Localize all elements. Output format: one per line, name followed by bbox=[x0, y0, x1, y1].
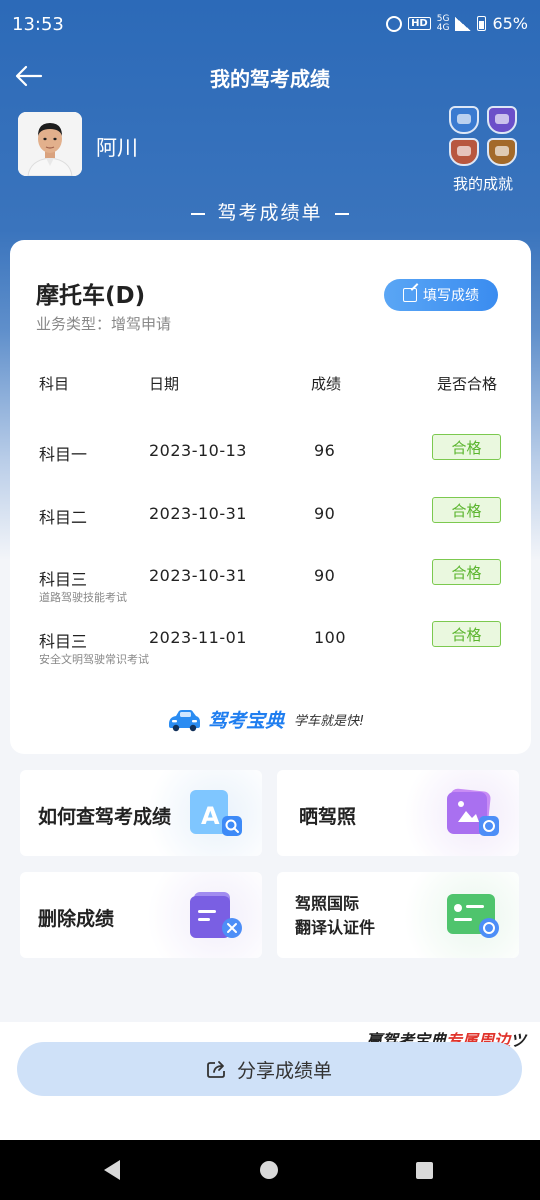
score-cell: 96 bbox=[314, 441, 336, 460]
license-card-icon bbox=[447, 894, 499, 938]
tile-label: 如何查驾考成绩 bbox=[38, 806, 172, 828]
header-subject: 科目 bbox=[39, 375, 70, 393]
badge-icon bbox=[487, 106, 517, 134]
user-name: 阿川 bbox=[96, 136, 138, 160]
status-time: 13:53 bbox=[12, 14, 64, 35]
delete-doc-icon bbox=[190, 892, 242, 938]
battery-icon bbox=[477, 16, 487, 31]
tile-label: 晒驾照 bbox=[299, 806, 357, 828]
how-to-check-score-tile[interactable]: 如何查驾考成绩 A bbox=[20, 770, 262, 856]
date-cell: 2023-11-01 bbox=[149, 628, 247, 647]
brand-footer: 驾考宝典 学车就是快! bbox=[166, 706, 364, 733]
system-navigation-bar bbox=[0, 1140, 540, 1200]
badge-icon bbox=[487, 138, 517, 166]
pass-badge: 合格 bbox=[432, 434, 501, 460]
share-button[interactable]: 分享成绩单 bbox=[17, 1042, 522, 1096]
user-photo-icon bbox=[18, 112, 82, 176]
search-score-icon: A bbox=[190, 790, 242, 836]
status-icons: HD 5G 4G 65% bbox=[386, 14, 528, 33]
signal-icon bbox=[455, 16, 472, 31]
delete-score-tile[interactable]: 删除成绩 bbox=[20, 872, 262, 958]
international-license-tile[interactable]: 驾照国际 翻译认证件 bbox=[277, 872, 519, 958]
achievements-button[interactable]: 我的成就 bbox=[446, 106, 520, 198]
date-cell: 2023-10-13 bbox=[149, 441, 247, 460]
score-card: 摩托车(D) 业务类型：增驾申请 填写成绩 科目 日期 成绩 是否合格 科目一 … bbox=[10, 240, 531, 754]
tile-label: 驾照国际 翻译认证件 bbox=[295, 894, 376, 937]
system-back-icon[interactable] bbox=[104, 1160, 120, 1180]
table-row: 科目二 2023-10-31 90 合格 bbox=[10, 497, 531, 554]
subject-cell: 科目二 bbox=[39, 508, 88, 527]
score-cell: 90 bbox=[314, 504, 336, 523]
subject-cell: 科目三 bbox=[39, 632, 88, 651]
subject-subtitle: 道路驾驶技能考试 bbox=[39, 591, 127, 604]
fill-score-button[interactable]: 填写成绩 bbox=[384, 279, 498, 311]
subject-cell: 科目三 bbox=[39, 570, 88, 589]
brand-slogan: 学车就是快! bbox=[294, 714, 365, 729]
license-type: 摩托车(D) bbox=[36, 283, 146, 309]
subject-cell: 科目一 bbox=[39, 445, 88, 464]
share-icon bbox=[207, 1061, 225, 1078]
alarm-icon bbox=[386, 15, 403, 32]
photo-camera-icon bbox=[447, 788, 499, 836]
avatar[interactable] bbox=[18, 112, 82, 176]
page-title: 我的驾考成绩 bbox=[210, 67, 330, 91]
badge-icon bbox=[449, 138, 479, 166]
system-recents-icon[interactable] bbox=[416, 1162, 433, 1179]
header-date: 日期 bbox=[149, 375, 180, 393]
brand-name: 驾考宝典 bbox=[208, 710, 285, 732]
edit-icon bbox=[403, 288, 417, 302]
business-type: 业务类型：增驾申请 bbox=[36, 315, 172, 333]
score-cell: 100 bbox=[314, 628, 347, 647]
pass-badge: 合格 bbox=[432, 621, 501, 647]
score-cell: 90 bbox=[314, 566, 336, 585]
header-passed: 是否合格 bbox=[437, 375, 498, 393]
system-home-icon[interactable] bbox=[260, 1161, 278, 1179]
table-row: 科目三 安全文明驾驶常识考试 2023-11-01 100 合格 bbox=[10, 621, 531, 678]
date-cell: 2023-10-31 bbox=[149, 566, 247, 585]
sheet-title: 驾考成绩单 bbox=[0, 198, 540, 225]
navigation-bar: 我的驾考成绩 bbox=[0, 50, 540, 102]
table-row: 科目三 道路驾驶技能考试 2023-10-31 90 合格 bbox=[10, 559, 531, 616]
subject-subtitle: 安全文明驾驶常识考试 bbox=[39, 653, 149, 666]
svg-text:A: A bbox=[201, 802, 220, 830]
header-score: 成绩 bbox=[311, 375, 342, 393]
pass-badge: 合格 bbox=[432, 497, 501, 523]
tile-label: 删除成绩 bbox=[38, 908, 115, 930]
date-cell: 2023-10-31 bbox=[149, 504, 247, 523]
status-bar: 13:53 HD 5G 4G 65% bbox=[0, 0, 540, 50]
network-type-icon: 5G 4G bbox=[436, 13, 450, 33]
pass-badge: 合格 bbox=[432, 559, 501, 585]
hd-icon: HD bbox=[408, 17, 431, 30]
achievement-label: 我的成就 bbox=[452, 175, 513, 193]
show-license-tile[interactable]: 晒驾照 bbox=[277, 770, 519, 856]
car-logo-icon bbox=[169, 709, 200, 731]
table-row: 科目一 2023-10-13 96 合格 bbox=[10, 434, 531, 491]
badge-icon bbox=[449, 106, 479, 134]
battery-percent: 65% bbox=[492, 14, 528, 33]
achievement-badges bbox=[446, 106, 520, 166]
